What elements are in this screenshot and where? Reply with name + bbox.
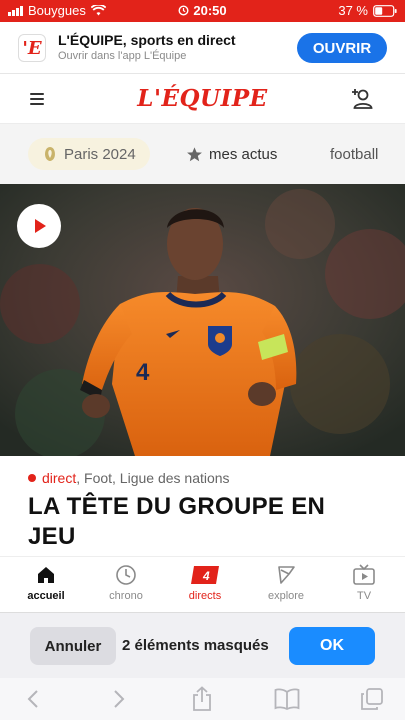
status-bar: Bouygues 20:50 37 % <box>0 0 405 22</box>
live-label: direct <box>42 470 77 486</box>
share-icon[interactable] <box>189 686 215 712</box>
tab-label: Paris 2024 <box>64 145 136 163</box>
nav-label: explore <box>267 590 305 602</box>
back-icon[interactable] <box>20 686 46 712</box>
play-icon[interactable] <box>17 204 61 248</box>
clock-icon <box>116 565 136 585</box>
battery-label: 37 % <box>338 3 368 18</box>
nav-label: chrono <box>109 590 143 602</box>
home-icon <box>38 567 54 583</box>
banner-title: L'ÉQUIPE, sports en direct <box>58 32 236 48</box>
hero-image[interactable]: 4 <box>0 184 405 456</box>
tab-paris-2024[interactable]: Paris 2024 <box>28 138 150 170</box>
tabs-icon[interactable] <box>359 686 385 712</box>
ok-button[interactable]: OK <box>289 627 375 665</box>
jersey-number: 4 <box>136 359 150 386</box>
nav-explore[interactable]: explore <box>251 563 321 602</box>
category-tabs: Paris 2024 mes actus football <box>0 124 405 184</box>
open-app-button[interactable]: OUVRIR <box>297 33 387 63</box>
status-time: 20:50 <box>193 3 227 18</box>
live-dot-icon <box>28 474 36 482</box>
tab-mes-actus[interactable]: mes actus <box>186 138 277 170</box>
nav-chrono[interactable]: chrono <box>91 563 161 602</box>
bottom-nav: accueil chrono 4 directs explore TV <box>0 556 405 612</box>
article-card[interactable]: direct , Foot, Ligue des nations LA TÊTE… <box>0 456 405 556</box>
tab-label: football <box>330 145 379 163</box>
article-category: , Foot, Ligue des nations <box>76 470 230 486</box>
star-icon <box>187 146 202 161</box>
site-logo[interactable]: L'ÉQUIPE <box>0 85 405 112</box>
app-logo: 'E <box>18 34 46 62</box>
paris-2024-icon <box>45 147 55 161</box>
forward-icon[interactable] <box>106 686 132 712</box>
article-headline[interactable]: LA TÊTE DU GROUPE EN JEU <box>28 492 378 552</box>
cancel-button[interactable]: Annuler <box>30 627 116 665</box>
site-header: L'ÉQUIPE <box>0 74 405 124</box>
nav-accueil[interactable]: accueil <box>11 563 81 602</box>
hidden-elements-message: 2 éléments masqués <box>122 637 269 654</box>
article-meta: direct , Foot, Ligue des nations <box>28 470 230 486</box>
tv-icon <box>353 564 375 585</box>
nav-label: accueil <box>27 590 65 602</box>
app-install-banner: 'E L'ÉQUIPE, sports en direct Ouvrir dan… <box>0 22 405 74</box>
nav-tv[interactable]: TV <box>329 563 399 602</box>
banner-subtitle: Ouvrir dans l'app L'Équipe <box>58 50 187 62</box>
content-blocker-bar: Annuler 2 éléments masqués OK <box>0 612 405 678</box>
bookmarks-icon[interactable] <box>274 686 300 712</box>
nav-directs[interactable]: 4 directs <box>170 563 240 602</box>
browser-toolbar <box>0 678 405 720</box>
nav-label: TV <box>356 590 372 602</box>
tab-football[interactable]: football <box>330 138 378 170</box>
directs-icon: 4 <box>191 566 219 584</box>
battery-icon <box>373 4 397 17</box>
explore-icon <box>278 566 295 584</box>
tab-label: mes actus <box>209 145 278 163</box>
directs-badge: 4 <box>202 569 210 583</box>
nav-label: directs <box>188 590 222 602</box>
alarm-icon <box>178 5 189 16</box>
profile-add-icon[interactable] <box>349 86 375 112</box>
